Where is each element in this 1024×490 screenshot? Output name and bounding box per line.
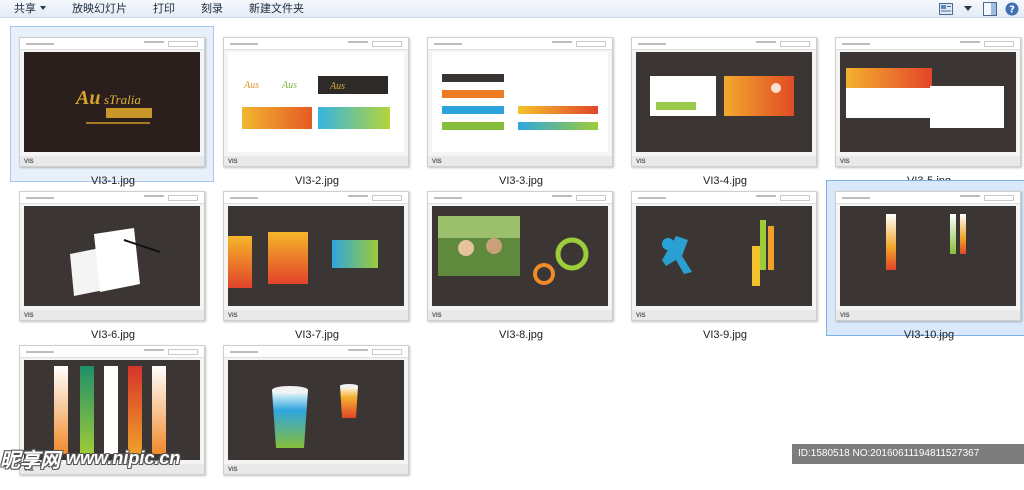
thumbnail: VIS: [19, 191, 205, 321]
svg-text:Aus: Aus: [329, 81, 345, 92]
toolbar-right-group: ?: [938, 0, 1020, 18]
thumb-footer-text: VIS: [228, 159, 238, 165]
thumb-footer-text: VIS: [636, 159, 646, 165]
file-tile-vi3-4[interactable]: VIS VI3-4.jpg: [622, 26, 826, 187]
thumbnail: VIS: [631, 191, 817, 321]
watermark: 昵享网 www.nipic.cn: [0, 441, 180, 475]
thumb-footer-text: VIS: [228, 313, 238, 319]
svg-text:Aus: Aus: [281, 80, 297, 91]
file-name: VI3-8.jpg: [498, 329, 544, 341]
file-tile-vi3-9[interactable]: VIS VI3-9.jpg: [622, 180, 826, 341]
thumb-footer-text: VIS: [24, 313, 34, 319]
file-tile-vi3-3[interactable]: VIS VI3-3.jpg: [418, 26, 622, 187]
svg-text:Aus: Aus: [243, 80, 259, 91]
file-tile-vi3-1[interactable]: Au sTralia VIS VI3-1.jpg: [10, 26, 214, 187]
thumb-footer-text: VIS: [228, 467, 238, 473]
thumbnail: Aus Aus Aus VIS: [223, 37, 409, 167]
file-tile-vi3-12[interactable]: VIS: [214, 334, 418, 490]
chevron-down-icon: [40, 5, 46, 10]
thumbnail: VIS: [427, 191, 613, 321]
thumbnail: VIS: [223, 191, 409, 321]
share-label: 共享: [14, 1, 36, 15]
file-tile-vi3-10[interactable]: VIS VI3-10.jpg: [826, 180, 1024, 341]
svg-text:Au: Au: [74, 87, 100, 109]
thumbnail: VIS: [427, 37, 613, 167]
burn-button[interactable]: 刻录: [187, 0, 235, 18]
thumb-footer-text: VIS: [636, 313, 646, 319]
view-dropdown-icon[interactable]: [960, 2, 976, 16]
thumbnail: VIS: [223, 345, 409, 475]
file-grid: Au sTralia VIS VI3-1.jpg Aus Aus Aus VIS…: [0, 19, 1024, 475]
watermark-logo: 昵享网: [0, 449, 60, 472]
view-options-icon[interactable]: [938, 2, 954, 16]
help-icon[interactable]: ?: [1004, 2, 1020, 16]
thumbnail: VIS: [835, 191, 1021, 321]
file-name: VI3-10.jpg: [903, 329, 955, 341]
thumb-footer-text: VIS: [432, 313, 442, 319]
file-tile-vi3-5[interactable]: VIS VI3-5.jpg: [826, 26, 1024, 187]
file-tile-vi3-7[interactable]: VIS VI3-7.jpg: [214, 180, 418, 341]
thumb-footer-text: VIS: [840, 313, 850, 319]
thumb-footer-text: VIS: [840, 159, 850, 165]
file-name: VI3-9.jpg: [702, 329, 748, 341]
thumbnail: VIS: [631, 37, 817, 167]
watermark-id: ID:1580518 NO:20160611194811527367: [792, 444, 1024, 464]
thumb-footer-text: VIS: [432, 159, 442, 165]
file-tile-vi3-2[interactable]: Aus Aus Aus VIS VI3-2.jpg: [214, 26, 418, 187]
share-menu[interactable]: 共享: [0, 0, 58, 18]
svg-text:sTralia: sTralia: [104, 92, 141, 107]
watermark-url: www.nipic.cn: [66, 447, 181, 468]
print-button[interactable]: 打印: [139, 0, 187, 18]
thumb-footer-text: VIS: [24, 159, 34, 165]
thumbnail: Au sTralia VIS: [19, 37, 205, 167]
svg-text:?: ?: [1009, 5, 1015, 16]
thumbnail: VIS: [835, 37, 1021, 167]
file-tile-vi3-8[interactable]: VIS VI3-8.jpg: [418, 180, 622, 341]
command-bar: 共享 放映幻灯片 打印 刻录 新建文件夹 ?: [0, 0, 1024, 18]
slideshow-button[interactable]: 放映幻灯片: [58, 0, 139, 18]
preview-pane-icon[interactable]: [982, 2, 998, 16]
file-tile-vi3-6[interactable]: VIS VI3-6.jpg: [10, 180, 214, 341]
new-folder-button[interactable]: 新建文件夹: [235, 0, 316, 18]
